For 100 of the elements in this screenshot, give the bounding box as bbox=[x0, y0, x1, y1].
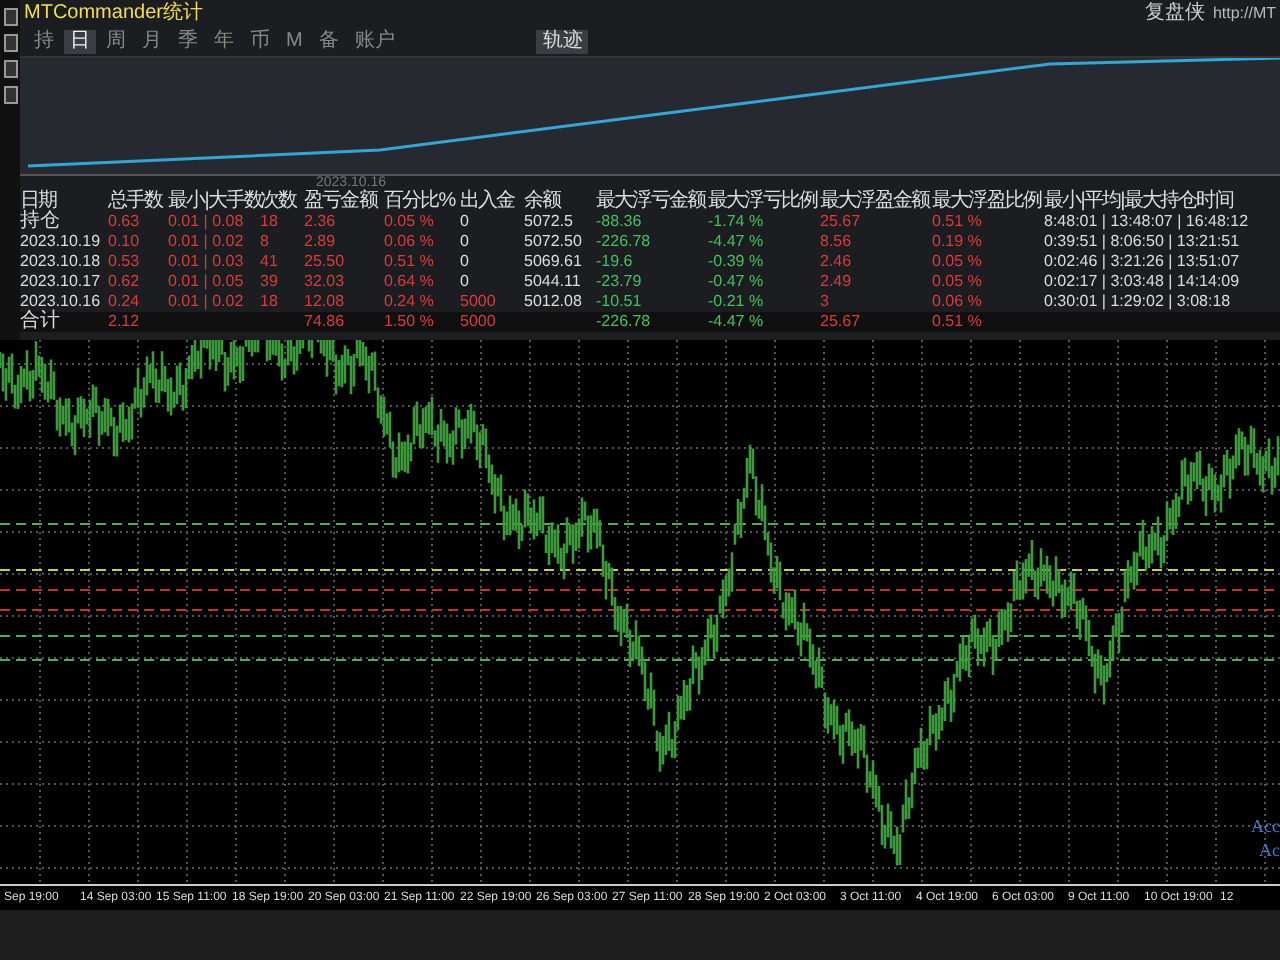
column-header: 最小|平均|最大持仓时间 bbox=[1044, 192, 1235, 212]
table-cell: 0:02:17 | 3:03:48 | 14:14:09 bbox=[1044, 272, 1240, 290]
table-cell: 25.67 bbox=[820, 312, 861, 330]
table-cell: 5000 bbox=[460, 292, 496, 310]
table-cell: 2.12 bbox=[108, 312, 140, 330]
table-cell: 0:02:46 | 3:21:26 | 13:51:07 bbox=[1044, 252, 1240, 270]
table-cell: 0.51 % bbox=[384, 252, 434, 270]
track-button[interactable]: 轨迹 bbox=[536, 29, 589, 53]
brand-label: 复盘侠 bbox=[1144, 1, 1205, 25]
column-header: 次数 bbox=[260, 192, 299, 212]
column-header: 最大浮盈金额 bbox=[820, 192, 932, 212]
table-cell: 0:30:01 | 1:29:02 | 3:08:18 bbox=[1044, 292, 1231, 310]
table-cell: 0.06 % bbox=[932, 292, 982, 310]
table-cell: 32.03 bbox=[304, 272, 345, 290]
table-cell: 18 bbox=[260, 212, 278, 230]
table-cell: -19.6 bbox=[596, 252, 633, 270]
legend-label: Acc bbox=[1251, 816, 1280, 836]
column-header: 总手数 bbox=[108, 192, 165, 212]
table-cell: 0 bbox=[460, 212, 469, 230]
table-cell: 74.86 bbox=[304, 312, 345, 330]
table-cell: 持仓 bbox=[20, 210, 60, 232]
table-cell: 0.01 | 0.02 bbox=[168, 292, 244, 310]
table-cell: 2.46 bbox=[820, 252, 852, 270]
column-header: 最大浮盈比例 bbox=[932, 192, 1044, 212]
table-cell: 0.24 % bbox=[384, 292, 434, 310]
table-cell: -1.74 % bbox=[708, 212, 764, 230]
table-cell: 5000 bbox=[460, 312, 496, 330]
column-header: 最大浮亏比例 bbox=[708, 192, 820, 212]
tab[interactable]: 月 bbox=[136, 29, 168, 53]
table-cell: 0.10 bbox=[108, 232, 140, 250]
table-cell: 0.24 bbox=[108, 292, 140, 310]
table-cell: -10.51 bbox=[596, 292, 642, 310]
table-cell: 0.01 | 0.05 bbox=[168, 272, 244, 290]
table-cell: 25.67 bbox=[820, 212, 861, 230]
tab[interactable]: 年 bbox=[208, 29, 240, 53]
table-cell: -23.79 bbox=[596, 272, 642, 290]
table-cell: 0.01 | 0.02 bbox=[168, 232, 244, 250]
tab[interactable]: 备 bbox=[312, 29, 345, 53]
table-cell: 5069.61 bbox=[524, 252, 582, 270]
table-cell: 2023.10.19 bbox=[20, 232, 101, 250]
table-cell: -88.36 bbox=[596, 212, 642, 230]
table-cell: -0.21 % bbox=[708, 292, 764, 310]
table-cell: 0.63 bbox=[108, 212, 140, 230]
table-cell: 0.01 | 0.08 bbox=[168, 212, 244, 230]
table-cell: 8 bbox=[260, 232, 269, 250]
table-cell: 2.49 bbox=[820, 272, 852, 290]
table-cell: -0.39 % bbox=[708, 252, 764, 270]
column-header: 最大浮亏金额 bbox=[596, 192, 708, 212]
table-cell: 5044.11 bbox=[524, 272, 581, 290]
tab[interactable]: 日 bbox=[64, 29, 96, 53]
tab[interactable]: 账户 bbox=[348, 29, 401, 53]
table-cell: 0.62 bbox=[108, 272, 140, 290]
table-cell: 0.51 % bbox=[932, 312, 982, 330]
table-cell: 25.50 bbox=[304, 252, 345, 270]
table-cell: 0.01 | 0.03 bbox=[168, 252, 244, 270]
column-header: 余额 bbox=[524, 192, 564, 212]
table-cell: 合计 bbox=[20, 310, 60, 332]
tab[interactable]: 币 bbox=[244, 29, 276, 53]
table-cell: 0.05 % bbox=[932, 252, 982, 270]
table-cell: 2023.10.16 bbox=[20, 292, 101, 310]
column-header: 百分比% bbox=[384, 192, 458, 212]
column-header: 最小|大手数 bbox=[168, 192, 260, 212]
tab[interactable]: 持 bbox=[28, 29, 60, 53]
column-header: 日期 bbox=[20, 192, 57, 212]
table-cell: 0 bbox=[460, 252, 469, 270]
table-cell: 0.06 % bbox=[384, 232, 434, 250]
table-cell: 0.05 % bbox=[384, 212, 434, 230]
table-cell: 0.53 bbox=[108, 252, 140, 270]
table-cell: -226.78 bbox=[596, 232, 651, 250]
table-cell: 8:48:01 | 13:48:07 | 16:48:12 bbox=[1044, 212, 1249, 230]
table-cell: 0 bbox=[460, 272, 469, 290]
table-cell: 0.19 % bbox=[932, 232, 982, 250]
table-cell: 3 bbox=[820, 292, 829, 310]
tab[interactable]: M bbox=[280, 29, 309, 53]
tab[interactable]: 周 bbox=[100, 29, 132, 53]
table-cell: 2.89 bbox=[304, 232, 336, 250]
tab[interactable]: 季 bbox=[172, 29, 204, 53]
table-cell: 0.51 % bbox=[932, 212, 982, 230]
table-cell: 8.56 bbox=[820, 232, 852, 250]
legend-label: Ac bbox=[1259, 840, 1280, 860]
table-cell: -4.47 % bbox=[708, 312, 764, 330]
table-cell: 2.36 bbox=[304, 212, 336, 230]
table-cell: 39 bbox=[260, 272, 278, 290]
table-cell: 0 bbox=[460, 232, 469, 250]
table-cell: 1.50 % bbox=[384, 312, 434, 330]
column-header: 出入金 bbox=[460, 192, 517, 212]
window-title: MTCommander统计 bbox=[24, 1, 203, 25]
table-cell: -4.47 % bbox=[708, 232, 764, 250]
column-header: 盈亏金额 bbox=[304, 192, 380, 212]
table-cell: 41 bbox=[260, 252, 278, 270]
table-cell: 2023.10.18 bbox=[20, 252, 101, 270]
table-cell: 5072.50 bbox=[524, 232, 582, 250]
table-cell: 5012.08 bbox=[524, 292, 582, 310]
table-cell: 0.05 % bbox=[932, 272, 982, 290]
table-cell: 12.08 bbox=[304, 292, 345, 310]
url-link[interactable]: http://MT bbox=[1212, 1, 1276, 25]
table-cell: 18 bbox=[260, 292, 278, 310]
table-cell: 2023.10.17 bbox=[20, 272, 101, 290]
table-cell: -0.47 % bbox=[708, 272, 764, 290]
table-cell: -226.78 bbox=[596, 312, 651, 330]
